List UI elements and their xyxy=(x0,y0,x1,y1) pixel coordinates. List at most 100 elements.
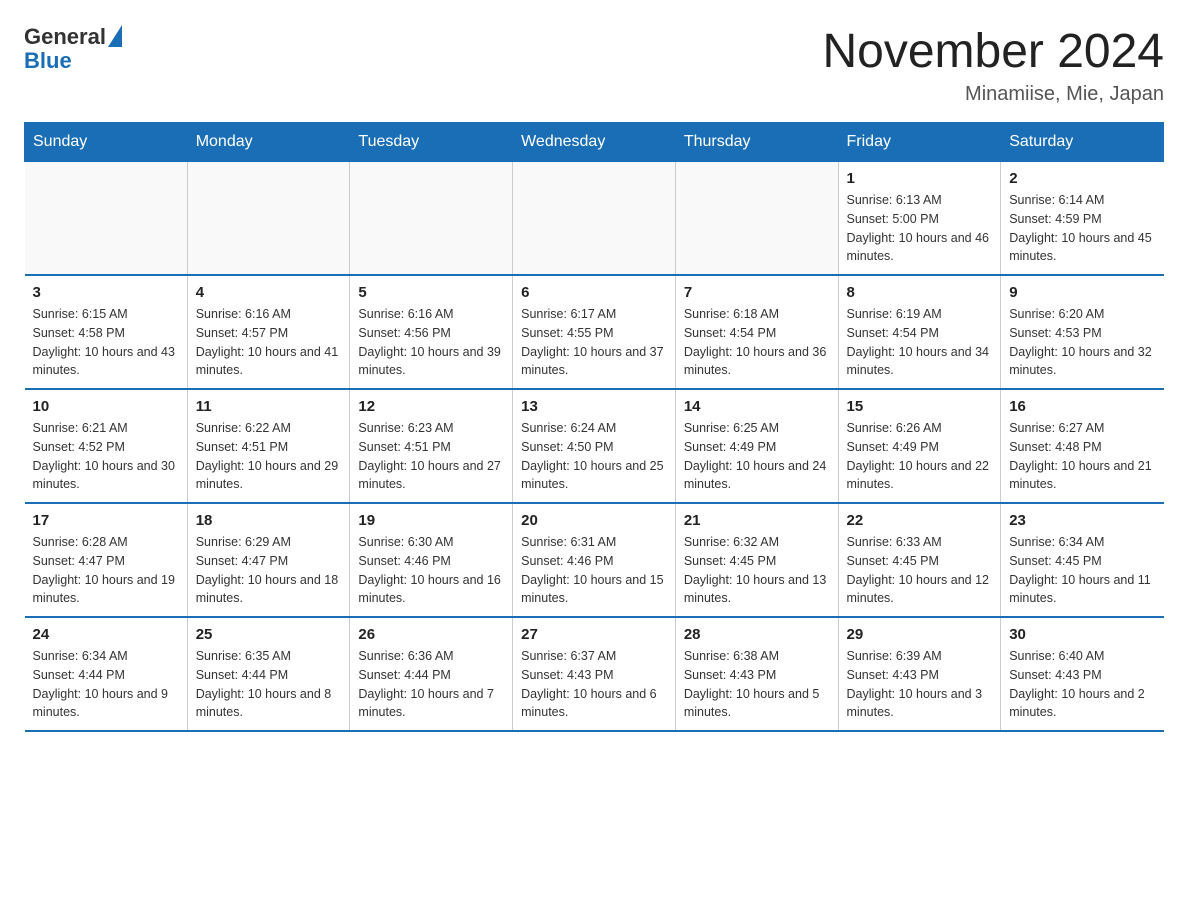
calendar-cell: 10 Sunrise: 6:21 AMSunset: 4:52 PMDayligh… xyxy=(25,389,188,503)
day-number: 26 xyxy=(358,626,504,643)
calendar-cell xyxy=(187,162,350,276)
day-number: 22 xyxy=(847,512,993,529)
calendar-cell: 2 Sunrise: 6:14 AMSunset: 4:59 PMDaylight… xyxy=(1001,162,1164,276)
day-info: Sunrise: 6:37 AMSunset: 4:43 PMDaylight:… xyxy=(521,647,667,722)
day-info: Sunrise: 6:30 AMSunset: 4:46 PMDaylight:… xyxy=(358,533,504,608)
month-title: November 2024 xyxy=(822,24,1164,79)
day-number: 5 xyxy=(358,284,504,301)
day-number: 17 xyxy=(33,512,179,529)
day-info: Sunrise: 6:35 AMSunset: 4:44 PMDaylight:… xyxy=(196,647,342,722)
day-info: Sunrise: 6:13 AMSunset: 5:00 PMDaylight:… xyxy=(847,191,993,266)
logo-general-text: General xyxy=(24,24,106,50)
calendar-cell: 5Sunrise: 6:16 AMSunset: 4:56 PMDaylight… xyxy=(350,275,513,389)
day-number: 3 xyxy=(33,284,179,301)
weekday-header-thursday: Thursday xyxy=(675,123,838,162)
day-number: 15 xyxy=(847,398,993,415)
weekday-header-wednesday: Wednesday xyxy=(513,123,676,162)
calendar-cell: 28 Sunrise: 6:38 AMSunset: 4:43 PMDayligh… xyxy=(675,617,838,731)
day-info: Sunrise: 6:34 AMSunset: 4:44 PMDaylight:… xyxy=(33,647,179,722)
calendar-body: 1 Sunrise: 6:13 AMSunset: 5:00 PMDaylight… xyxy=(25,162,1164,732)
day-info: Sunrise: 6:33 AMSunset: 4:45 PMDaylight:… xyxy=(847,533,993,608)
day-info: Sunrise: 6:14 AMSunset: 4:59 PMDaylight:… xyxy=(1009,191,1155,266)
logo-blue-text: Blue xyxy=(24,48,72,74)
day-number: 12 xyxy=(358,398,504,415)
day-info: Sunrise: 6:29 AMSunset: 4:47 PMDaylight:… xyxy=(196,533,342,608)
calendar-cell: 29Sunrise: 6:39 AMSunset: 4:43 PMDayligh… xyxy=(838,617,1001,731)
day-info: Sunrise: 6:32 AMSunset: 4:45 PMDaylight:… xyxy=(684,533,830,608)
day-info: Sunrise: 6:19 AMSunset: 4:54 PMDaylight:… xyxy=(847,305,993,380)
calendar-table: SundayMondayTuesdayWednesdayThursdayFrid… xyxy=(24,122,1164,732)
day-info: Sunrise: 6:23 AMSunset: 4:51 PMDaylight:… xyxy=(358,419,504,494)
day-number: 24 xyxy=(33,626,179,643)
weekday-header-monday: Monday xyxy=(187,123,350,162)
day-number: 27 xyxy=(521,626,667,643)
logo: General Blue xyxy=(24,24,122,74)
calendar-cell: 20 Sunrise: 6:31 AMSunset: 4:46 PMDayligh… xyxy=(513,503,676,617)
calendar-cell: 18 Sunrise: 6:29 AMSunset: 4:47 PMDayligh… xyxy=(187,503,350,617)
day-number: 20 xyxy=(521,512,667,529)
day-number: 11 xyxy=(196,398,342,415)
day-number: 25 xyxy=(196,626,342,643)
day-info: Sunrise: 6:39 AMSunset: 4:43 PMDaylight:… xyxy=(847,647,993,722)
day-number: 28 xyxy=(684,626,830,643)
day-number: 19 xyxy=(358,512,504,529)
day-info: Sunrise: 6:31 AMSunset: 4:46 PMDaylight:… xyxy=(521,533,667,608)
calendar-cell xyxy=(513,162,676,276)
weekday-header-friday: Friday xyxy=(838,123,1001,162)
day-number: 14 xyxy=(684,398,830,415)
calendar-cell: 30 Sunrise: 6:40 AMSunset: 4:43 PMDayligh… xyxy=(1001,617,1164,731)
calendar-cell: 9Sunrise: 6:20 AMSunset: 4:53 PMDaylight… xyxy=(1001,275,1164,389)
weekday-header-saturday: Saturday xyxy=(1001,123,1164,162)
weekday-header-tuesday: Tuesday xyxy=(350,123,513,162)
day-number: 7 xyxy=(684,284,830,301)
day-info: Sunrise: 6:24 AMSunset: 4:50 PMDaylight:… xyxy=(521,419,667,494)
day-number: 1 xyxy=(847,170,993,187)
day-info: Sunrise: 6:34 AMSunset: 4:45 PMDaylight:… xyxy=(1009,533,1155,608)
day-number: 10 xyxy=(33,398,179,415)
day-number: 2 xyxy=(1009,170,1155,187)
location-text: Minamiise, Mie, Japan xyxy=(822,83,1164,106)
calendar-cell: 11Sunrise: 6:22 AMSunset: 4:51 PMDayligh… xyxy=(187,389,350,503)
title-area: November 2024 Minamiise, Mie, Japan xyxy=(822,24,1164,106)
calendar-cell: 7Sunrise: 6:18 AMSunset: 4:54 PMDaylight… xyxy=(675,275,838,389)
calendar-week-row: 3 Sunrise: 6:15 AMSunset: 4:58 PMDaylight… xyxy=(25,275,1164,389)
day-number: 18 xyxy=(196,512,342,529)
day-info: Sunrise: 6:27 AMSunset: 4:48 PMDaylight:… xyxy=(1009,419,1155,494)
day-info: Sunrise: 6:40 AMSunset: 4:43 PMDaylight:… xyxy=(1009,647,1155,722)
day-info: Sunrise: 6:16 AMSunset: 4:57 PMDaylight:… xyxy=(196,305,342,380)
day-number: 6 xyxy=(521,284,667,301)
day-number: 13 xyxy=(521,398,667,415)
calendar-cell: 6Sunrise: 6:17 AMSunset: 4:55 PMDaylight… xyxy=(513,275,676,389)
calendar-cell: 4 Sunrise: 6:16 AMSunset: 4:57 PMDaylight… xyxy=(187,275,350,389)
day-info: Sunrise: 6:28 AMSunset: 4:47 PMDaylight:… xyxy=(33,533,179,608)
calendar-cell: 21 Sunrise: 6:32 AMSunset: 4:45 PMDayligh… xyxy=(675,503,838,617)
calendar-cell xyxy=(25,162,188,276)
calendar-cell: 19 Sunrise: 6:30 AMSunset: 4:46 PMDayligh… xyxy=(350,503,513,617)
calendar-cell: 8Sunrise: 6:19 AMSunset: 4:54 PMDaylight… xyxy=(838,275,1001,389)
day-info: Sunrise: 6:26 AMSunset: 4:49 PMDaylight:… xyxy=(847,419,993,494)
day-number: 16 xyxy=(1009,398,1155,415)
day-number: 4 xyxy=(196,284,342,301)
calendar-week-row: 24 Sunrise: 6:34 AMSunset: 4:44 PMDayligh… xyxy=(25,617,1164,731)
calendar-cell: 24 Sunrise: 6:34 AMSunset: 4:44 PMDayligh… xyxy=(25,617,188,731)
day-number: 30 xyxy=(1009,626,1155,643)
day-info: Sunrise: 6:38 AMSunset: 4:43 PMDaylight:… xyxy=(684,647,830,722)
day-info: Sunrise: 6:25 AMSunset: 4:49 PMDaylight:… xyxy=(684,419,830,494)
day-info: Sunrise: 6:21 AMSunset: 4:52 PMDaylight:… xyxy=(33,419,179,494)
page-header: General Blue November 2024 Minamiise, Mi… xyxy=(24,24,1164,106)
calendar-header: SundayMondayTuesdayWednesdayThursdayFrid… xyxy=(25,123,1164,162)
day-info: Sunrise: 6:20 AMSunset: 4:53 PMDaylight:… xyxy=(1009,305,1155,380)
calendar-cell xyxy=(350,162,513,276)
calendar-cell: 23Sunrise: 6:34 AMSunset: 4:45 PMDayligh… xyxy=(1001,503,1164,617)
weekday-header-row: SundayMondayTuesdayWednesdayThursdayFrid… xyxy=(25,123,1164,162)
calendar-cell: 13 Sunrise: 6:24 AMSunset: 4:50 PMDayligh… xyxy=(513,389,676,503)
logo-triangle-icon xyxy=(108,25,122,47)
day-info: Sunrise: 6:36 AMSunset: 4:44 PMDaylight:… xyxy=(358,647,504,722)
calendar-cell: 3 Sunrise: 6:15 AMSunset: 4:58 PMDaylight… xyxy=(25,275,188,389)
calendar-cell: 26 Sunrise: 6:36 AMSunset: 4:44 PMDayligh… xyxy=(350,617,513,731)
day-number: 21 xyxy=(684,512,830,529)
calendar-cell: 12 Sunrise: 6:23 AMSunset: 4:51 PMDayligh… xyxy=(350,389,513,503)
calendar-week-row: 17 Sunrise: 6:28 AMSunset: 4:47 PMDayligh… xyxy=(25,503,1164,617)
day-info: Sunrise: 6:15 AMSunset: 4:58 PMDaylight:… xyxy=(33,305,179,380)
calendar-cell: 22 Sunrise: 6:33 AMSunset: 4:45 PMDayligh… xyxy=(838,503,1001,617)
